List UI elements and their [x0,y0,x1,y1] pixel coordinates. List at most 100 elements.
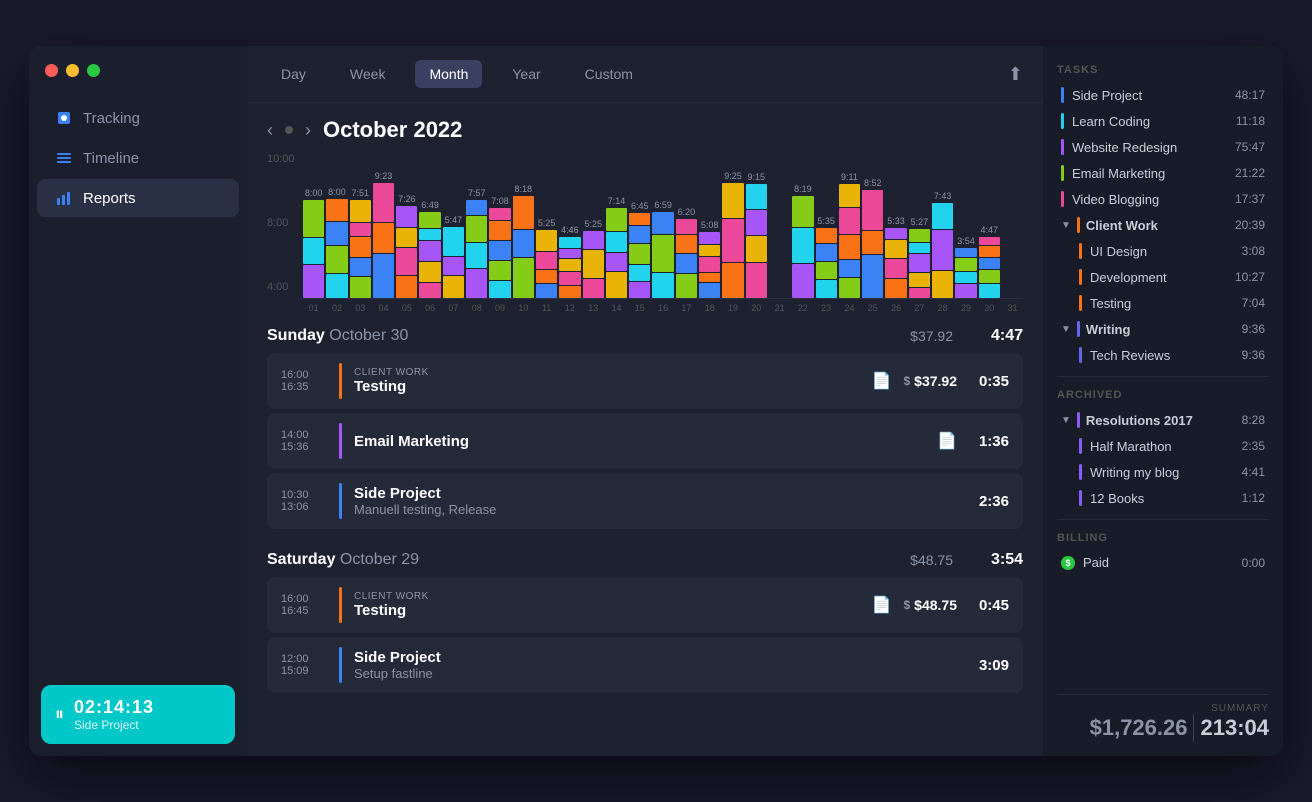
task-item[interactable]: Learn Coding 11:18 [1057,108,1269,134]
bar-stack [722,183,743,298]
archived-group-header[interactable]: ▼ Resolutions 2017 8:28 [1057,407,1269,433]
x-label: 23 [816,303,837,313]
sidebar-item-tracking[interactable]: Tracking [37,99,239,137]
tab-month[interactable]: Month [415,60,482,88]
pause-icon: ⏸ [55,704,64,725]
bar-total-label: 8:00 [305,188,323,198]
task-item[interactable]: Email Marketing 21:22 [1057,160,1269,186]
tab-week[interactable]: Week [336,60,400,88]
bar-segment [303,238,324,264]
task-item[interactable]: Half Marathon 2:35 [1075,433,1269,459]
x-label: 28 [932,303,953,313]
bar-segment [489,221,510,240]
file-icon[interactable]: 📄 [937,431,957,451]
entry-time: 16:0016:45 [281,593,327,617]
group-header[interactable]: ▼ Writing 9:36 [1057,316,1269,342]
entry-name: Side Project [354,649,957,666]
task-item[interactable]: Video Blogging 17:37 [1057,186,1269,212]
bar-stack [419,212,440,298]
maximize-button[interactable] [87,64,100,77]
bar-col: 6:45 [629,201,650,298]
task-item[interactable]: Development 10:27 [1075,264,1269,290]
bar-col: 8:18 [513,184,534,298]
bar-segment [419,283,440,298]
bar-total-label: 8:18 [515,184,533,194]
bar-segment [955,258,976,271]
billing-section-title: BILLING [1057,532,1269,544]
sidebar-item-reports[interactable]: Reports [37,179,239,217]
summary-time: 213:04 [1200,715,1269,741]
entry-note: Manuell testing, Release [354,502,957,517]
bar-segment [932,271,953,298]
bar-stack [443,227,464,298]
bar-col: 6:20 [676,207,697,298]
summary-row: SUMMARY [1057,703,1269,714]
billing-item[interactable]: $ Paid 0:00 [1057,550,1269,575]
tasks-section-title: TASKS [1057,64,1269,76]
next-month-button[interactable]: › [305,120,311,141]
bar-segment [350,200,371,222]
file-icon[interactable]: 📄 [872,371,892,391]
entry-row[interactable]: 16:0016:45CLIENT WORKTesting📄$$48.750:45 [267,577,1023,633]
entry-details: Side ProjectSetup fastline [354,649,957,681]
bar-segment [489,241,510,260]
bar-segment [839,235,860,259]
x-label: 11 [536,303,557,313]
task-item[interactable]: Website Redesign 75:47 [1057,134,1269,160]
close-button[interactable] [45,64,58,77]
bar-segment [699,257,720,272]
summary-label: SUMMARY [1211,703,1269,714]
entry-duration: 0:45 [969,597,1009,614]
tab-year[interactable]: Year [498,60,554,88]
entry-details: CLIENT WORKTesting [354,591,860,619]
task-item[interactable]: 12 Books 1:12 [1075,485,1269,511]
entries-section[interactable]: Sunday October 30$37.924:4716:0016:35CLI… [247,313,1043,756]
task-item[interactable]: Tech Reviews 9:36 [1075,342,1269,368]
bar-segment [955,284,976,298]
sidebar: Tracking Timeline [29,46,247,756]
task-duration: 11:18 [1236,114,1265,128]
entry-row[interactable]: 10:3013:06Side ProjectManuell testing, R… [267,473,1023,529]
task-item[interactable]: UI Design 3:08 [1075,238,1269,264]
bar-segment [676,219,697,234]
bar-segment [419,212,440,228]
bar-stack [816,228,837,298]
bar-col: 6:59 [652,200,673,298]
entry-row[interactable]: 16:0016:35CLIENT WORKTesting📄$$37.920:35 [267,353,1023,409]
entry-row[interactable]: 12:0015:09Side ProjectSetup fastline3:09 [267,637,1023,693]
minimize-button[interactable] [66,64,79,77]
file-icon[interactable]: 📄 [872,595,892,615]
bar-segment [466,243,487,268]
entry-details: CLIENT WORKTesting [354,367,860,395]
group-header[interactable]: ▼ Client Work 20:39 [1057,212,1269,238]
bar-stack [629,213,650,298]
tab-custom[interactable]: Custom [571,60,647,88]
bar-segment [559,249,580,258]
bar-col: 4:46 [559,225,580,298]
prev-month-button[interactable]: ‹ [267,120,273,141]
entry-category: CLIENT WORK [354,591,860,602]
share-icon[interactable]: ⬆ [1008,64,1023,85]
task-item[interactable]: Testing 7:04 [1075,290,1269,316]
task-item[interactable]: Side Project 48:17 [1057,82,1269,108]
tracking-icon [55,109,73,127]
bar-segment [536,284,557,298]
bar-col: 9:15 [746,172,767,298]
sidebar-item-timeline[interactable]: Timeline [37,139,239,177]
entry-color-bar [339,363,342,399]
tab-day[interactable]: Day [267,60,320,88]
task-name: Video Blogging [1072,192,1227,207]
x-label: 12 [559,303,580,313]
timer-widget[interactable]: ⏸ 02:14:13 Side Project [41,685,235,744]
bar-stack [350,200,371,298]
bar-col: 7:14 [606,196,627,298]
right-panel: TASKS Side Project 48:17 Learn Coding 11… [1043,46,1283,756]
x-label: 05 [396,303,417,313]
entry-row[interactable]: 14:0015:36Email Marketing📄1:36 [267,413,1023,469]
task-item[interactable]: Writing my blog 4:41 [1075,459,1269,485]
bar-stack [536,230,557,298]
bar-segment [746,236,767,262]
bar-segment [396,276,417,298]
bar-col: 9:11 [839,172,860,298]
bar-total-label: 8:19 [794,184,812,194]
